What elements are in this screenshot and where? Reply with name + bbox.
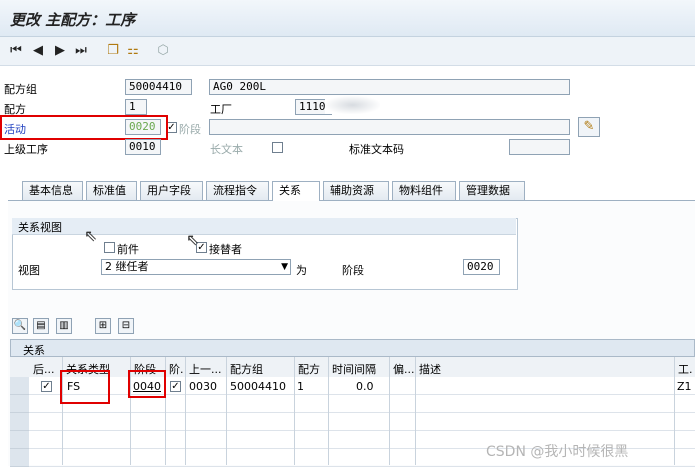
delete-row-icon[interactable]: ⊟ [118,318,134,334]
column-divider [328,357,329,465]
tab-standard-values[interactable]: 标准值 [86,181,137,200]
row-selector[interactable] [10,413,29,431]
select-all-icon[interactable]: ▤ [33,318,49,334]
column-divider [415,357,416,465]
column-header-previous[interactable]: 上一... [189,361,222,377]
column-header-interval[interactable]: 时间间隔 [332,361,376,377]
row-checkbox[interactable]: ✓ [41,381,52,392]
tab-resources[interactable]: 辅助资源 [323,181,389,200]
cell-work[interactable]: Z1 [677,380,692,393]
cell-recipe-group[interactable]: 50004410 [230,380,286,393]
relations-table-title: 关系 [23,344,45,357]
column-header-phase-flag[interactable]: 阶. [169,361,184,377]
column-header-recipe[interactable]: 配方 [298,361,320,377]
title-bar: 更改 主配方：工序 [0,0,695,37]
predecessor-label: 前件 [117,243,139,256]
mouse-cursor: ⇖ [186,230,200,249]
toolbar: ⏮ ◀ ▶ ⏭ ❐ ⚏ ⬡ [0,37,695,66]
mouse-cursor: ⇖ [84,226,98,245]
highlight-activity [0,115,168,140]
row-selector[interactable] [10,377,29,395]
tab-material-components[interactable]: 物料组件 [392,181,456,200]
predecessor-checkbox[interactable] [104,242,115,253]
activity-desc-field[interactable] [209,119,570,135]
tab-admin-data[interactable]: 管理数据 [459,181,525,200]
column-divider [389,357,390,465]
copy-icon[interactable]: ❐ [105,43,121,59]
watermark: CSDN @我小时候很黑 [486,444,629,460]
row-selector[interactable] [10,431,29,449]
check-icon[interactable]: ⬡ [155,43,171,59]
row-selector[interactable] [10,449,29,467]
view-dropdown[interactable]: 2 继任者 ▼ [101,259,291,275]
relation-view-title: 关系视图 [18,221,62,234]
view-label: 视图 [18,264,40,277]
successor-label: 接替者 [209,243,242,256]
row-selector[interactable] [10,395,29,413]
relation-phase-label: 阶段 [342,264,364,277]
tab-user-fields[interactable]: 用户字段 [140,181,203,200]
relation-phase-field[interactable]: 0020 [463,259,500,275]
recipe-field[interactable]: 1 [125,99,147,115]
highlight-phase [128,370,166,398]
tab-basic-info[interactable]: 基本信息 [22,181,83,200]
cell-recipe[interactable]: 1 [297,380,304,393]
details-icon[interactable]: 🔍 [12,318,28,334]
previous-record-icon[interactable]: ◀ [30,43,46,59]
parent-operation-label: 上级工序 [4,143,48,156]
column-divider [185,357,186,465]
phase-label: 阶段 [179,123,201,136]
long-text-checkbox[interactable] [272,142,283,153]
cell-previous[interactable]: 0030 [189,380,217,393]
plant-label: 工厂 [210,103,232,116]
cell-interval[interactable]: 0.0 [356,380,374,393]
window-title: 更改 主配方：工序 [10,11,136,29]
recipe-group-field[interactable]: 50004410 [125,79,192,95]
redacted-area [325,96,380,114]
column-header-successor[interactable]: 后... [33,361,55,377]
first-record-icon[interactable]: ⏮ [8,43,24,59]
recipe-group-label: 配方组 [4,83,37,96]
table-row[interactable] [29,413,695,431]
hierarchy-icon[interactable]: ⚏ [125,43,141,59]
last-record-icon[interactable]: ⏭ [73,43,89,59]
column-header-offset[interactable]: 偏... [393,361,415,377]
parent-operation-field[interactable]: 0010 [125,139,161,155]
standard-text-key-label: 标准文本码 [349,143,404,156]
relations-table-title-bar: 关系 [10,339,695,357]
tab-process-instructions[interactable]: 流程指令 [206,181,269,200]
insert-row-icon[interactable]: ⊞ [95,318,111,334]
column-divider [226,357,227,465]
column-divider [294,357,295,465]
deselect-all-icon[interactable]: ▥ [56,318,72,334]
column-header-work[interactable]: 工. [678,361,693,377]
next-record-icon[interactable]: ▶ [52,43,68,59]
for-label: 为 [296,264,307,277]
column-divider [674,357,675,465]
column-header-description[interactable]: 描述 [419,361,441,377]
highlight-relation-type [60,370,110,404]
view-dropdown-value: 2 继任者 [105,260,149,273]
recipe-group-desc-field[interactable]: AG0 200L [209,79,570,95]
chevron-down-icon[interactable]: ▼ [281,260,288,274]
edit-pencil-icon[interactable]: ✎ [578,117,600,137]
tab-relationships[interactable]: 关系 [272,181,320,201]
column-header-recipe-group[interactable]: 配方组 [230,361,263,377]
standard-text-key-field[interactable] [509,139,570,155]
row-phase-checkbox[interactable]: ✓ [170,381,181,392]
long-text-label: 长文本 [210,143,243,156]
